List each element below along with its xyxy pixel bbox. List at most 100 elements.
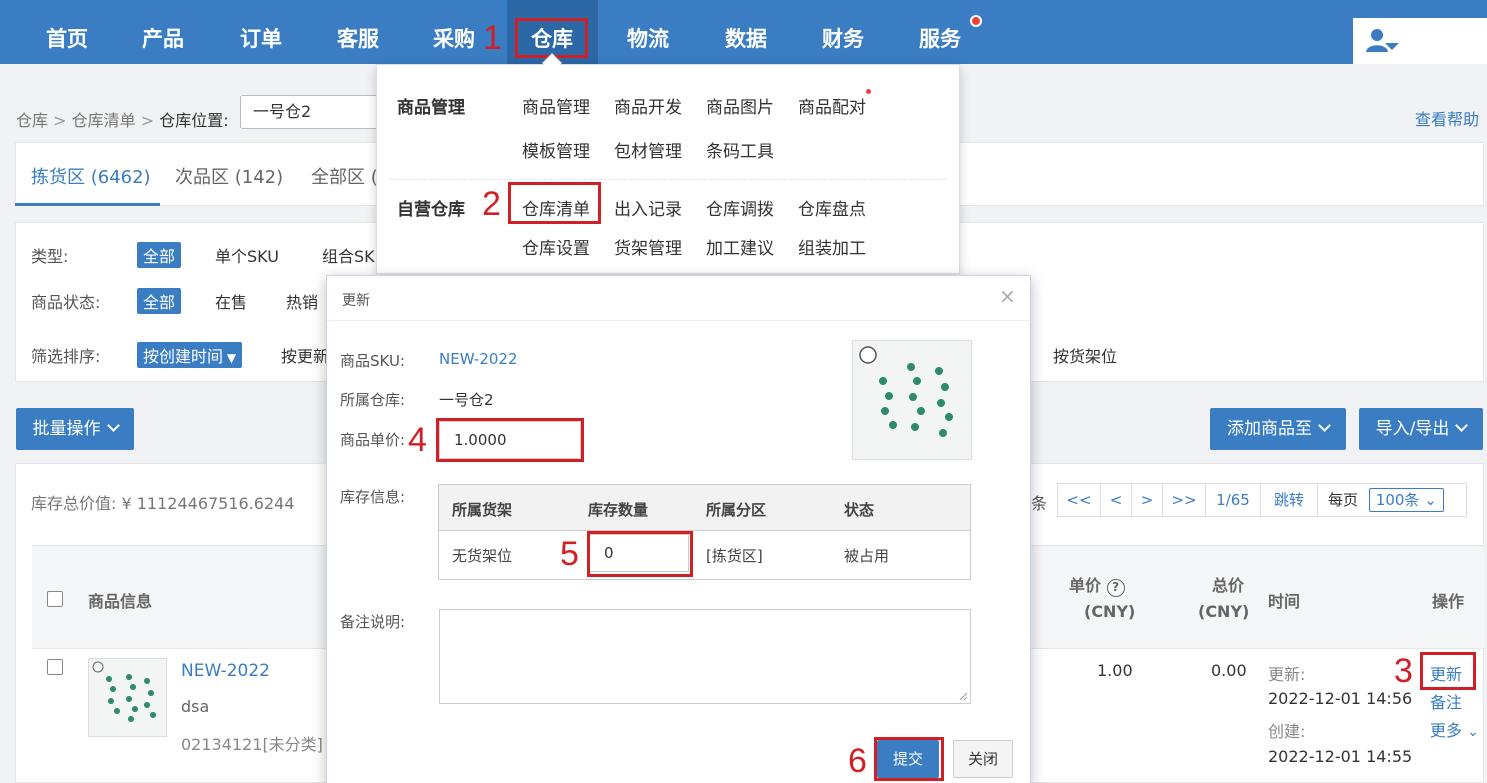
stock-table-header [439, 485, 970, 531]
location-select[interactable]: 一号仓2 [240, 95, 390, 129]
menu-item-product-development[interactable]: 商品开发 [614, 93, 682, 118]
menu-section-own-warehouse: 自营仓库 [397, 200, 465, 220]
nav-purchasing[interactable]: 采购 [433, 0, 475, 64]
menu-item-product-management[interactable]: 商品管理 [522, 93, 590, 118]
chevron-down-icon [106, 419, 120, 432]
stock-status-value: 被占用 [844, 547, 890, 565]
pager-first[interactable]: << [1057, 483, 1101, 517]
resize-handle-icon[interactable] [958, 691, 968, 701]
stock-info-label: 库存信息: [340, 488, 406, 506]
nav-home[interactable]: 首页 [46, 0, 88, 64]
earring-image [92, 661, 156, 722]
header-total: 总价 [1212, 576, 1245, 595]
batch-operations-button[interactable]: 批量操作 [16, 408, 134, 450]
nav-orders[interactable]: 订单 [240, 0, 282, 64]
nav-finance[interactable]: 财务 [822, 0, 864, 64]
sku-value-link[interactable]: NEW-2022 [439, 350, 518, 368]
pager-next[interactable]: > [1131, 483, 1163, 517]
notification-dot [970, 15, 982, 27]
close-icon[interactable]: × [999, 284, 1016, 308]
chevron-down-icon [1318, 419, 1331, 432]
header-total-currency: (CNY) [1198, 602, 1250, 621]
menu-new-dot [866, 89, 871, 94]
stock-zone-value: [拣货区] [706, 547, 763, 565]
help-icon[interactable]: ? [1106, 579, 1125, 597]
header-time: 时间 [1268, 592, 1301, 611]
menu-item-assembly-processing[interactable]: 组装加工 [798, 234, 866, 259]
import-export-button[interactable]: 导入/导出 [1359, 408, 1483, 450]
per-page-select[interactable]: 100条 ⌄ [1368, 488, 1444, 512]
annotation-box-4 [436, 418, 584, 462]
tab-all-zones[interactable]: 全部区 ( [311, 163, 378, 189]
pager-page: 1/65 [1205, 483, 1261, 517]
menu-item-inventory-count[interactable]: 仓库盘点 [798, 195, 866, 220]
row-checkbox[interactable] [47, 659, 63, 675]
sort-by-shelf[interactable]: 按货架位 [1053, 343, 1117, 367]
menu-item-product-matching[interactable]: 商品配对 [798, 93, 866, 118]
nav-services[interactable]: 服务 [919, 0, 961, 64]
menu-item-barcode-tools[interactable]: 条码工具 [706, 137, 774, 162]
pager-prev[interactable]: < [1100, 483, 1132, 517]
status-filter-on-sale[interactable]: 在售 [215, 289, 247, 313]
add-product-to-label: 添加商品至 [1227, 419, 1312, 439]
menu-section-product-management: 商品管理 [397, 98, 465, 118]
menu-item-warehouse-settings[interactable]: 仓库设置 [522, 234, 590, 259]
annotation-number-5: 5 [560, 535, 579, 573]
stock-info-table: 所属货架 库存数量 所属分区 状态 无货架位 0 [拣货区] 被占用 [438, 484, 971, 580]
help-link[interactable]: 查看帮助 [1415, 106, 1479, 130]
nav-products[interactable]: 产品 [142, 0, 184, 64]
menu-item-shelf-management[interactable]: 货架管理 [614, 234, 682, 259]
nav-customer-service[interactable]: 客服 [337, 0, 379, 64]
breadcrumb-warehouse-list[interactable]: 仓库清单 [72, 111, 136, 130]
stock-header-zone: 所属分区 [706, 501, 767, 519]
add-product-to-button[interactable]: 添加商品至 [1210, 408, 1346, 450]
annotation-box-5 [587, 531, 693, 577]
nav-logistics[interactable]: 物流 [627, 0, 669, 64]
row-updated-time: 2022-12-01 14:56 [1268, 689, 1413, 708]
warehouse-menu: 商品管理 商品管理 商品开发 商品图片 商品配对 模板管理 包材管理 条码工具 … [376, 64, 960, 274]
warehouse-value: 一号仓2 [439, 391, 494, 409]
menu-item-template-management[interactable]: 模板管理 [522, 137, 590, 162]
menu-item-in-out-records[interactable]: 出入记录 [614, 195, 682, 220]
tab-picking-zone[interactable]: 拣货区 (6462) [31, 163, 151, 189]
status-filter-label: 商品状态: [31, 293, 101, 312]
chevron-down-icon: ⌄ [1467, 724, 1479, 740]
row-more-link[interactable]: 更多 ⌄ [1430, 717, 1479, 741]
row-created-label: 创建: [1268, 722, 1306, 741]
pager-last[interactable]: >> [1162, 483, 1206, 517]
stock-header-qty: 库存数量 [588, 501, 649, 519]
menu-item-warehouse-transfer[interactable]: 仓库调拨 [706, 195, 774, 220]
active-tab-indicator [15, 203, 160, 206]
menu-item-packaging-management[interactable]: 包材管理 [614, 137, 682, 162]
nav-data[interactable]: 数据 [725, 0, 767, 64]
status-filter-hot[interactable]: 热销 [286, 289, 318, 313]
annotation-number-6: 6 [848, 742, 867, 780]
menu-item-product-images[interactable]: 商品图片 [706, 93, 774, 118]
row-sku-link[interactable]: NEW-2022 [181, 661, 270, 681]
tab-defective-zone[interactable]: 次品区 (142) [175, 163, 283, 189]
header-actions: 操作 [1432, 592, 1465, 611]
type-filter-combo-sku[interactable]: 组合SK [322, 243, 375, 267]
user-menu[interactable] [1353, 18, 1487, 64]
menu-item-processing-suggestions[interactable]: 加工建议 [706, 234, 774, 259]
batch-operations-label: 批量操作 [32, 419, 101, 439]
note-textarea[interactable] [439, 609, 971, 704]
sort-by-updated[interactable]: 按更新 [281, 343, 329, 367]
row-note-link[interactable]: 备注 [1430, 689, 1462, 713]
dialog-product-image [852, 340, 972, 460]
annotation-box-3 [1420, 652, 1476, 690]
close-dialog-button[interactable]: 关闭 [953, 740, 1013, 778]
pager-jump[interactable]: 跳转 [1260, 483, 1318, 517]
status-filter-all[interactable]: 全部 [137, 288, 182, 314]
stock-header-shelf: 所属货架 [452, 501, 513, 519]
annotation-number-4: 4 [408, 421, 427, 459]
dialog-title: 更新 [342, 293, 370, 309]
type-filter-single-sku[interactable]: 单个SKU [215, 243, 279, 267]
breadcrumb-warehouse[interactable]: 仓库 [16, 111, 48, 130]
select-all-checkbox[interactable] [47, 591, 63, 607]
header-unit-price: 单价 ? [1069, 572, 1125, 597]
type-filter-all[interactable]: 全部 [137, 242, 182, 268]
earring-image [859, 346, 953, 437]
annotation-number-3: 3 [1394, 652, 1413, 690]
sort-by-created[interactable]: 按创建时间 ▼ [137, 342, 243, 368]
